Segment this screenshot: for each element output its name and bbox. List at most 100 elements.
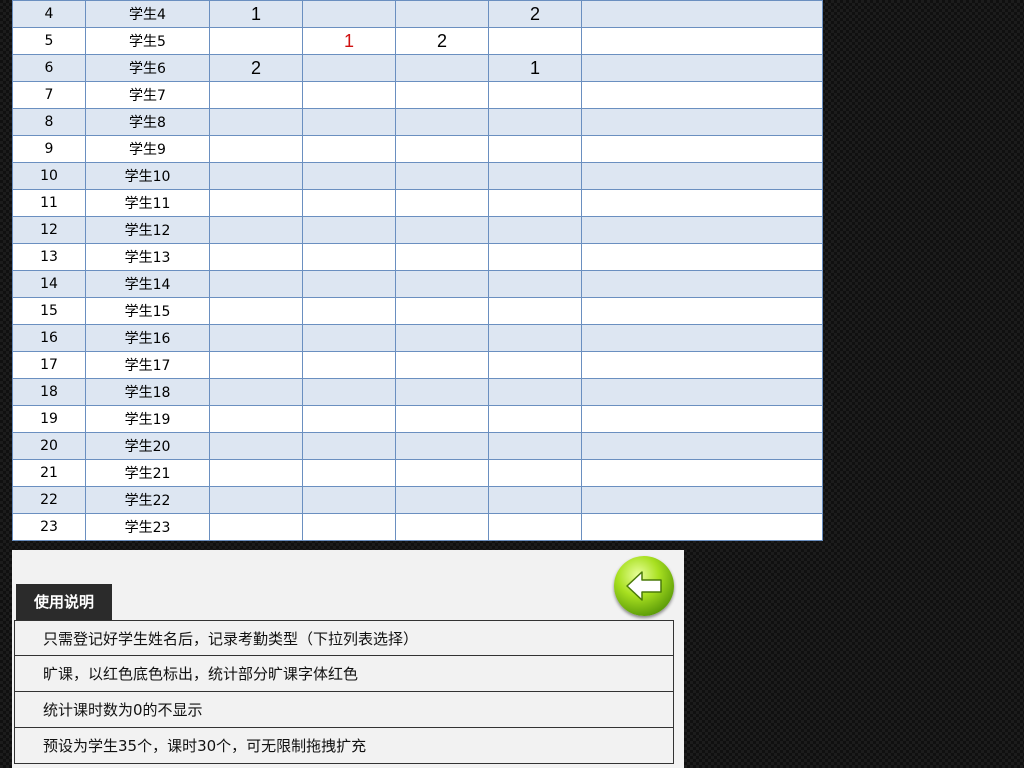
student-name-cell[interactable]: 学生4 bbox=[85, 0, 210, 28]
attendance-cell[interactable] bbox=[395, 270, 489, 298]
summary-cell[interactable] bbox=[581, 432, 823, 460]
attendance-cell[interactable] bbox=[302, 216, 396, 244]
summary-cell[interactable] bbox=[581, 378, 823, 406]
student-name-cell[interactable]: 学生12 bbox=[85, 216, 210, 244]
attendance-cell[interactable] bbox=[302, 459, 396, 487]
summary-cell[interactable] bbox=[581, 81, 823, 109]
attendance-cell[interactable] bbox=[302, 486, 396, 514]
student-name-cell[interactable]: 学生23 bbox=[85, 513, 210, 541]
attendance-cell[interactable] bbox=[209, 513, 303, 541]
attendance-cell[interactable] bbox=[488, 27, 582, 55]
attendance-cell[interactable] bbox=[488, 270, 582, 298]
attendance-cell[interactable]: 2 bbox=[488, 0, 582, 28]
attendance-cell[interactable]: 1 bbox=[209, 0, 303, 28]
student-name-cell[interactable]: 学生13 bbox=[85, 243, 210, 271]
attendance-cell[interactable] bbox=[395, 297, 489, 325]
attendance-cell[interactable] bbox=[302, 378, 396, 406]
attendance-cell[interactable] bbox=[302, 54, 396, 82]
student-name-cell[interactable]: 学生5 bbox=[85, 27, 210, 55]
attendance-cell[interactable] bbox=[395, 162, 489, 190]
summary-cell[interactable] bbox=[581, 162, 823, 190]
summary-cell[interactable] bbox=[581, 513, 823, 541]
attendance-cell[interactable] bbox=[302, 108, 396, 136]
attendance-cell[interactable] bbox=[302, 81, 396, 109]
attendance-cell[interactable] bbox=[488, 189, 582, 217]
attendance-cell[interactable] bbox=[395, 405, 489, 433]
attendance-cell[interactable] bbox=[395, 378, 489, 406]
summary-cell[interactable] bbox=[581, 27, 823, 55]
attendance-cell[interactable] bbox=[302, 135, 396, 163]
attendance-cell[interactable] bbox=[395, 108, 489, 136]
student-name-cell[interactable]: 学生17 bbox=[85, 351, 210, 379]
attendance-cell[interactable] bbox=[395, 81, 489, 109]
student-name-cell[interactable]: 学生21 bbox=[85, 459, 210, 487]
attendance-cell[interactable]: 1 bbox=[488, 54, 582, 82]
attendance-cell[interactable] bbox=[302, 0, 396, 28]
attendance-cell[interactable] bbox=[488, 108, 582, 136]
attendance-cell[interactable] bbox=[395, 0, 489, 28]
attendance-cell[interactable] bbox=[488, 162, 582, 190]
attendance-cell[interactable] bbox=[302, 243, 396, 271]
attendance-cell[interactable] bbox=[302, 297, 396, 325]
attendance-cell[interactable] bbox=[395, 351, 489, 379]
attendance-cell[interactable] bbox=[488, 216, 582, 244]
attendance-cell[interactable] bbox=[395, 189, 489, 217]
attendance-cell[interactable] bbox=[395, 432, 489, 460]
attendance-cell[interactable] bbox=[209, 135, 303, 163]
student-name-cell[interactable]: 学生16 bbox=[85, 324, 210, 352]
summary-cell[interactable] bbox=[581, 216, 823, 244]
student-name-cell[interactable]: 学生14 bbox=[85, 270, 210, 298]
attendance-cell[interactable] bbox=[395, 324, 489, 352]
summary-cell[interactable] bbox=[581, 297, 823, 325]
attendance-cell[interactable] bbox=[488, 513, 582, 541]
student-name-cell[interactable]: 学生22 bbox=[85, 486, 210, 514]
attendance-cell[interactable] bbox=[209, 27, 303, 55]
attendance-cell[interactable] bbox=[488, 351, 582, 379]
student-name-cell[interactable]: 学生11 bbox=[85, 189, 210, 217]
summary-cell[interactable] bbox=[581, 486, 823, 514]
attendance-cell[interactable] bbox=[302, 405, 396, 433]
attendance-cell[interactable]: 2 bbox=[209, 54, 303, 82]
summary-cell[interactable] bbox=[581, 0, 823, 28]
attendance-cell[interactable] bbox=[302, 513, 396, 541]
attendance-cell[interactable] bbox=[488, 459, 582, 487]
attendance-cell[interactable] bbox=[209, 216, 303, 244]
attendance-cell[interactable] bbox=[209, 486, 303, 514]
attendance-cell[interactable] bbox=[209, 297, 303, 325]
attendance-cell[interactable] bbox=[209, 324, 303, 352]
attendance-cell[interactable] bbox=[302, 270, 396, 298]
attendance-cell[interactable] bbox=[488, 432, 582, 460]
student-name-cell[interactable]: 学生9 bbox=[85, 135, 210, 163]
attendance-cell[interactable] bbox=[395, 486, 489, 514]
student-name-cell[interactable]: 学生8 bbox=[85, 108, 210, 136]
attendance-cell[interactable] bbox=[209, 243, 303, 271]
attendance-cell[interactable] bbox=[209, 189, 303, 217]
attendance-cell[interactable] bbox=[395, 54, 489, 82]
attendance-cell[interactable] bbox=[488, 405, 582, 433]
student-name-cell[interactable]: 学生18 bbox=[85, 378, 210, 406]
student-name-cell[interactable]: 学生10 bbox=[85, 162, 210, 190]
attendance-cell[interactable] bbox=[395, 243, 489, 271]
attendance-cell[interactable] bbox=[209, 378, 303, 406]
attendance-cell[interactable] bbox=[395, 513, 489, 541]
student-name-cell[interactable]: 学生15 bbox=[85, 297, 210, 325]
attendance-cell[interactable] bbox=[302, 432, 396, 460]
attendance-cell[interactable] bbox=[488, 243, 582, 271]
attendance-cell[interactable] bbox=[488, 297, 582, 325]
attendance-cell[interactable] bbox=[302, 324, 396, 352]
attendance-cell[interactable] bbox=[395, 216, 489, 244]
attendance-cell[interactable]: 1 bbox=[302, 27, 396, 55]
summary-cell[interactable] bbox=[581, 405, 823, 433]
attendance-cell[interactable] bbox=[488, 378, 582, 406]
attendance-cell[interactable] bbox=[302, 351, 396, 379]
summary-cell[interactable] bbox=[581, 351, 823, 379]
summary-cell[interactable] bbox=[581, 108, 823, 136]
summary-cell[interactable] bbox=[581, 189, 823, 217]
attendance-cell[interactable]: 2 bbox=[395, 27, 489, 55]
student-name-cell[interactable]: 学生19 bbox=[85, 405, 210, 433]
attendance-cell[interactable] bbox=[488, 486, 582, 514]
attendance-cell[interactable] bbox=[302, 189, 396, 217]
attendance-cell[interactable] bbox=[488, 324, 582, 352]
attendance-cell[interactable] bbox=[209, 351, 303, 379]
attendance-cell[interactable] bbox=[209, 162, 303, 190]
